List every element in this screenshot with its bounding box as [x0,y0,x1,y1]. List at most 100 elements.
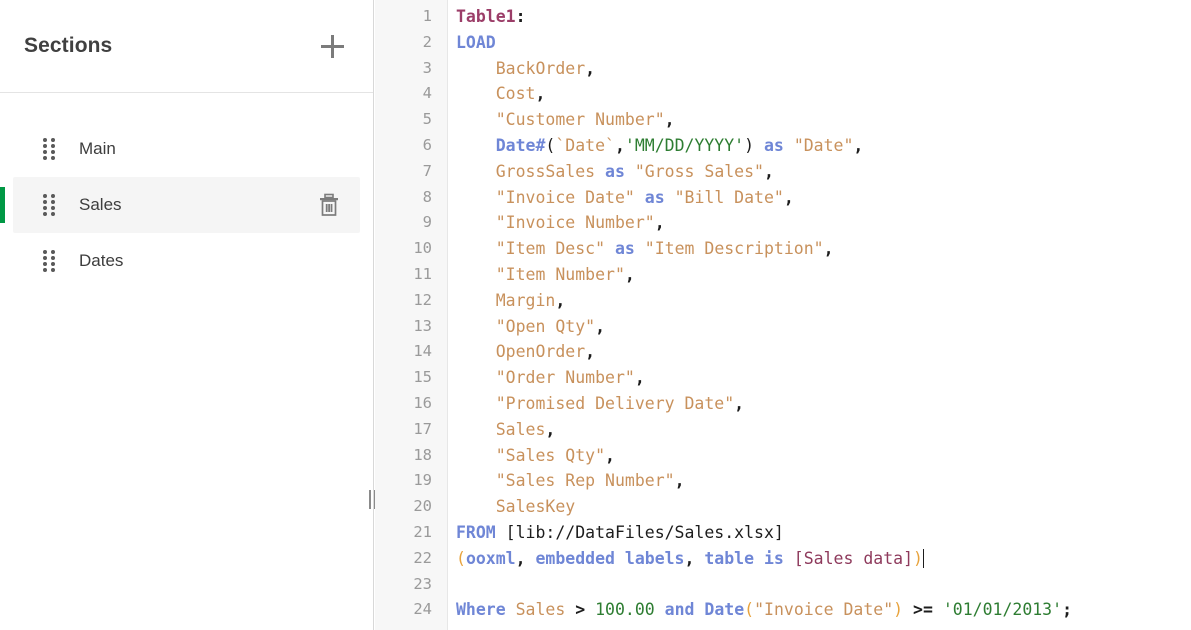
code-token: , [605,445,615,465]
code-line[interactable]: Date#(`Date`,'MM/DD/YYYY') as "Date", [456,133,1191,159]
sidebar-item-label: Dates [79,251,124,270]
code-token: ( [456,548,466,568]
line-number: 1 [422,7,432,25]
line-number: 22 [413,548,432,567]
sidebar-item-main[interactable]: Main [13,121,360,177]
code-line[interactable]: SalesKey [456,494,1191,520]
drag-handle-icon[interactable] [43,138,57,160]
page-title: Sections [24,34,113,57]
code-token: ; [1062,600,1072,620]
line-number: 9 [422,213,432,232]
sidebar-item-dates[interactable]: Dates [13,233,360,289]
code-token: as [614,239,635,259]
code-area[interactable]: Table1: LOAD BackOrder, Cost, "Customer N… [448,0,1191,630]
code-token: , [595,316,606,336]
code-token: `Date` [555,135,615,155]
code-token: as [605,161,625,181]
code-token: OpenOrder [495,342,586,362]
code-token: , [515,548,526,568]
line-number: 21 [413,522,432,541]
code-token: , [783,187,794,207]
code-token: "Sales Rep Number" [495,471,675,491]
code-line[interactable]: FROM [lib://DataFiles/Sales.xlsx] [456,520,1191,546]
code-token: as [764,135,784,155]
code-line[interactable]: "Invoice Date" as "Bill Date", [456,185,1191,211]
code-token: as [644,187,665,207]
code-token: , [585,342,596,362]
code-line[interactable]: "Sales Qty", [456,443,1191,469]
code-line[interactable]: Where Sales > 100.00 and Date("Invoice D… [456,597,1191,623]
code-line[interactable]: GrossSales as "Gross Sales", [456,159,1191,185]
code-line[interactable]: Table1: [456,4,1191,30]
line-number: 10 [413,239,432,258]
script-editor[interactable]: 1 2 3 4 5 6 7 8 9 10 11 12 13 14 15 16 17 18 19 20 21 22 23 24 … [375,0,1191,630]
code-token: , [585,58,596,78]
line-number: 24 [413,600,432,619]
add-section-button[interactable] [315,29,349,63]
code-token: and [664,600,695,620]
code-token: ) [744,135,755,155]
code-token: , [654,213,665,233]
code-line[interactable]: OpenOrder, [456,339,1191,365]
line-number: 6 [422,135,432,154]
code-token: BackOrder [495,58,586,78]
code-line[interactable]: "Sales Rep Number", [456,468,1191,494]
line-number: 23 [413,574,432,593]
code-token: : [515,7,526,26]
code-line[interactable]: Margin, [456,288,1191,314]
code-token: table is [704,548,784,568]
code-token: "Item Description" [644,239,824,259]
sidebar-item-label: Sales [79,195,122,214]
line-number: 5 [422,110,432,129]
code-line[interactable]: "Customer Number", [456,107,1191,133]
plus-icon [320,34,344,58]
trash-icon [320,193,338,216]
line-number: 19 [413,471,432,490]
code-line[interactable]: (ooxml, embedded labels, table is [Sales… [456,546,1191,572]
code-line[interactable]: Cost, [456,81,1191,107]
code-line[interactable]: "Invoice Number", [456,210,1191,236]
code-line[interactable] [456,572,1191,598]
code-token: SalesKey [495,497,576,517]
code-line[interactable]: "Open Qty", [456,314,1191,340]
code-line[interactable]: BackOrder, [456,56,1191,82]
code-line[interactable]: "Item Number", [456,262,1191,288]
code-token: ( [545,135,556,155]
line-number: 13 [413,316,432,335]
code-token: "Customer Number" [495,110,665,130]
sidebar-header: Sections [0,0,373,93]
line-number: 11 [413,264,432,283]
drag-handle-icon[interactable] [43,194,57,216]
code-token: "Order Number" [495,368,635,388]
code-line[interactable]: "Order Number", [456,365,1191,391]
code-line[interactable]: LOAD [456,30,1191,56]
code-token: "Invoice Number" [495,213,655,233]
code-line[interactable]: "Item Desc" as "Item Description", [456,236,1191,262]
line-number: 20 [413,497,432,516]
code-line[interactable]: Sales, [456,417,1191,443]
delete-section-button[interactable] [312,188,346,222]
drag-handle-icon[interactable] [43,250,57,272]
sections-list: Main Sales Dates [0,93,373,289]
sidebar-item-sales[interactable]: Sales [0,177,360,233]
code-token: , [853,135,864,155]
code-token: , [664,110,675,130]
code-token: Sales [515,600,566,620]
code-token: '01/01/2013' [942,600,1063,620]
code-line[interactable]: "Promised Delivery Date", [456,391,1191,417]
